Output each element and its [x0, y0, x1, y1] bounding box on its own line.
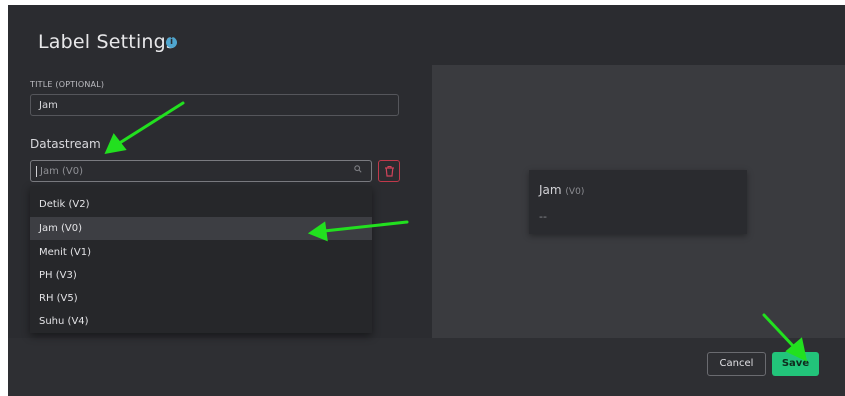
arrow-to-selected-option	[322, 220, 409, 233]
arrow-to-datastream-label	[116, 101, 185, 146]
arrowhead-selected-option	[307, 221, 328, 242]
annotation-arrows	[104, 101, 808, 362]
arrowhead-datastream-label	[104, 133, 127, 154]
arrow-to-save-button	[762, 313, 797, 350]
